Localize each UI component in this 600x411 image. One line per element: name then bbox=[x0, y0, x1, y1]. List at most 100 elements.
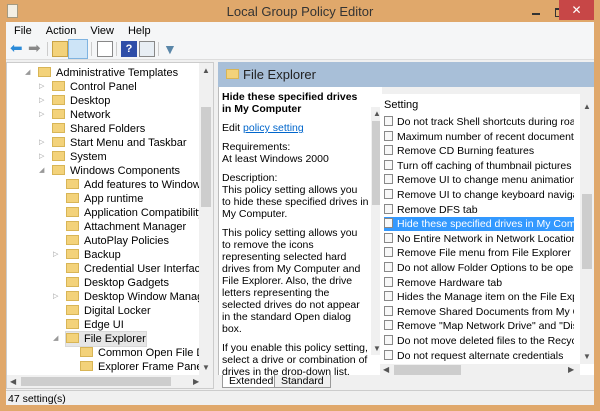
menu-help[interactable]: Help bbox=[120, 22, 157, 37]
forward-icon[interactable]: ➡ bbox=[28, 41, 44, 57]
tree-node[interactable]: App runtime bbox=[66, 192, 143, 206]
list-item[interactable]: Do not move deleted files to the Recycle… bbox=[384, 334, 574, 348]
header-title: File Explorer bbox=[243, 67, 316, 82]
up-folder-icon[interactable] bbox=[52, 41, 68, 57]
expand-toggle-icon[interactable]: ◢ bbox=[25, 66, 33, 80]
scroll-thumb[interactable] bbox=[21, 377, 171, 386]
tree-node[interactable]: ▷ Desktop bbox=[39, 94, 110, 108]
expand-toggle-icon[interactable]: ◢ bbox=[39, 164, 47, 178]
show-hide-tree-icon[interactable] bbox=[68, 39, 88, 59]
status-bar: 47 setting(s) bbox=[6, 390, 594, 405]
back-icon[interactable]: ⬅ bbox=[10, 41, 26, 57]
policy-setting-icon bbox=[384, 305, 393, 316]
scroll-thumb[interactable] bbox=[582, 194, 592, 269]
list-item-label: Maximum number of recent documents bbox=[397, 130, 574, 143]
expand-toggle-icon[interactable]: ▷ bbox=[39, 80, 47, 94]
close-button[interactable]: ✕ bbox=[559, 0, 594, 20]
list-item[interactable]: Do not track Shell shortcuts during roam… bbox=[384, 115, 574, 129]
expand-toggle-icon[interactable]: ▷ bbox=[39, 108, 47, 122]
tree-node[interactable]: AutoPlay Policies bbox=[66, 234, 169, 248]
list-item[interactable]: Do not allow Folder Options to be opened… bbox=[384, 261, 574, 275]
list-item[interactable]: No Entire Network in Network Locations bbox=[384, 232, 574, 246]
list-item[interactable]: Remove UI to change menu animation setti… bbox=[384, 173, 574, 187]
help-icon[interactable]: ? bbox=[121, 41, 137, 57]
tree-node[interactable]: Desktop Gadgets bbox=[66, 276, 169, 290]
tree-node-label: Attachment Manager bbox=[84, 221, 187, 233]
list-item[interactable]: Remove Shared Documents from My Computer bbox=[384, 305, 574, 319]
tree-node[interactable]: ▷ Start Menu and Taskbar bbox=[39, 136, 187, 150]
expand-toggle-icon[interactable]: ▷ bbox=[39, 150, 47, 164]
tree-node[interactable]: Edge UI bbox=[66, 318, 124, 332]
list-item[interactable]: Remove CD Burning features bbox=[384, 144, 574, 158]
list-item-label: Remove "Map Network Drive" and "Disconne… bbox=[397, 320, 574, 333]
filter-icon[interactable]: ▼ bbox=[163, 41, 179, 57]
tree-node[interactable]: Digital Locker bbox=[66, 304, 151, 318]
folder-icon bbox=[66, 263, 79, 273]
tree-node[interactable]: ▷ Desktop Window Manager bbox=[53, 290, 213, 304]
description-p1: This policy setting allows you to hide t… bbox=[222, 184, 369, 220]
tree-node-label: Start Menu and Taskbar bbox=[70, 137, 187, 149]
export-list-icon[interactable] bbox=[97, 41, 113, 57]
policy-setting-icon bbox=[384, 232, 393, 243]
tree-node[interactable]: Attachment Manager bbox=[66, 220, 186, 234]
tab-extended[interactable]: Extended bbox=[222, 375, 281, 388]
policy-title: Hide these specified drives in My Comput… bbox=[222, 91, 358, 115]
list-item[interactable]: Remove "Map Network Drive" and "Disconne… bbox=[384, 319, 574, 333]
list-vertical-scrollbar[interactable]: ▲ ▼ bbox=[580, 94, 594, 364]
folder-icon bbox=[66, 221, 79, 231]
menu-action[interactable]: Action bbox=[38, 22, 83, 37]
column-header-setting[interactable]: Setting bbox=[384, 99, 418, 111]
tree-node[interactable]: ▷ System bbox=[39, 150, 107, 164]
scroll-thumb[interactable] bbox=[394, 365, 461, 375]
menu-file[interactable]: File bbox=[6, 22, 38, 37]
tree-node[interactable]: Common Open File Dialo bbox=[80, 346, 213, 360]
expand-toggle-icon[interactable]: ▷ bbox=[39, 94, 47, 108]
tree-node-label: Edge UI bbox=[84, 319, 124, 331]
list-item[interactable]: Remove Hardware tab bbox=[384, 276, 574, 290]
tree-node[interactable]: Application Compatibility bbox=[66, 206, 204, 220]
scroll-thumb[interactable] bbox=[201, 107, 211, 207]
policy-setting-icon bbox=[384, 276, 393, 287]
list-item[interactable]: Hides the Manage item on the File Explor… bbox=[384, 290, 574, 304]
tree-horizontal-scrollbar[interactable]: ◀ ▶ bbox=[7, 375, 213, 388]
list-item[interactable]: Turn off caching of thumbnail pictures bbox=[384, 159, 574, 173]
folder-icon bbox=[66, 333, 79, 343]
tree-node[interactable]: ◢ Windows Components bbox=[39, 164, 180, 178]
tab-standard[interactable]: Standard bbox=[274, 375, 331, 388]
tree-vertical-scrollbar[interactable]: ▲ ▼ bbox=[199, 63, 213, 375]
tree-node[interactable]: ▷ Backup bbox=[53, 248, 121, 262]
tree-node-label: Credential User Interface bbox=[84, 263, 207, 275]
expand-toggle-icon[interactable]: ▷ bbox=[53, 290, 61, 304]
list-item-label: Remove Hardware tab bbox=[397, 276, 503, 289]
minimize-button[interactable] bbox=[523, 4, 549, 20]
description-pane: Hide these specified drives in My Comput… bbox=[218, 87, 382, 375]
folder-icon bbox=[66, 207, 79, 217]
tree-node[interactable]: Explorer Frame Pane bbox=[80, 360, 203, 374]
list-item-label: Remove UI to change keyboard navigation … bbox=[397, 189, 574, 201]
expand-toggle-icon[interactable]: ▷ bbox=[39, 136, 47, 150]
tree-node[interactable]: Credential User Interface bbox=[66, 262, 206, 276]
expand-toggle-icon[interactable]: ◢ bbox=[53, 332, 61, 346]
expand-toggle-icon[interactable]: ▷ bbox=[53, 248, 61, 262]
list-item[interactable]: Do not request alternate credentials bbox=[384, 349, 574, 363]
tree-node[interactable]: Add features to Windows 8 bbox=[66, 178, 213, 192]
tree-node[interactable]: ▷ Network bbox=[39, 108, 110, 122]
list-item[interactable]: Remove UI to change keyboard navigation … bbox=[384, 188, 574, 202]
folder-icon bbox=[66, 179, 79, 189]
edit-policy-link[interactable]: policy setting bbox=[243, 122, 304, 134]
policy-setting-icon bbox=[384, 262, 393, 272]
list-item[interactable]: Maximum number of recent documents bbox=[384, 130, 574, 144]
policy-setting-icon bbox=[384, 291, 393, 302]
action-pane-icon[interactable] bbox=[139, 41, 155, 57]
tree-node[interactable]: ◢ File Explorer bbox=[53, 331, 147, 347]
tree-node[interactable]: ◢ Administrative Templates bbox=[25, 66, 178, 80]
tree-node[interactable]: ▷ Control Panel bbox=[39, 80, 137, 94]
menu-view[interactable]: View bbox=[82, 22, 120, 37]
list-item[interactable]: Hide these specified drives in My Comput… bbox=[384, 217, 574, 232]
list-item[interactable]: Remove DFS tab bbox=[384, 203, 574, 217]
list-item[interactable]: Remove File menu from File Explorer bbox=[384, 246, 574, 260]
list-item-label: Remove DFS tab bbox=[397, 203, 478, 216]
tree-node-label: System bbox=[70, 151, 107, 163]
tree-node[interactable]: Shared Folders bbox=[52, 122, 145, 136]
list-item-label: Remove Shared Documents from My Computer bbox=[397, 305, 574, 318]
